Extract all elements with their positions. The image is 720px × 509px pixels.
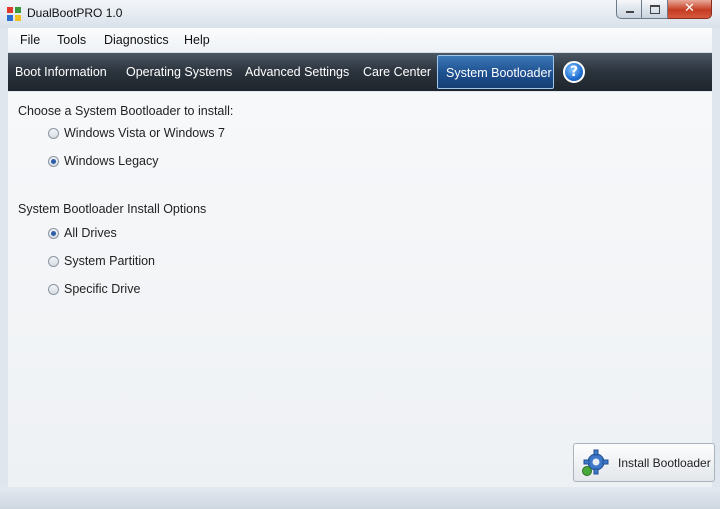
radio-button[interactable] — [48, 127, 59, 139]
gear-icon — [582, 449, 609, 476]
radio-option-system-partition[interactable]: System Partition — [48, 254, 155, 268]
tab-advanced-settings[interactable]: Advanced Settings — [245, 53, 349, 91]
radio-option-specific-drive[interactable]: Specific Drive — [48, 282, 140, 296]
minimize-button[interactable] — [616, 0, 642, 19]
radio-label: All Drives — [64, 226, 117, 240]
radio-option-windows-legacy[interactable]: Windows Legacy — [48, 154, 159, 168]
maximize-icon — [650, 5, 660, 14]
radio-button[interactable] — [48, 155, 59, 167]
radio-option-vista-win7[interactable]: Windows Vista or Windows 7 — [48, 126, 225, 140]
radio-option-all-drives[interactable]: All Drives — [48, 226, 117, 240]
menu-bar: File Tools Diagnostics Help — [8, 28, 712, 53]
window-bottom-edge — [0, 487, 720, 509]
title-bar: DualBootPRO 1.0 ✕ — [0, 0, 720, 28]
window-controls: ✕ — [616, 0, 712, 20]
radio-label: Windows Vista or Windows 7 — [64, 126, 225, 140]
radio-label: System Partition — [64, 254, 156, 268]
radio-button[interactable] — [48, 227, 59, 239]
maximize-button[interactable] — [642, 0, 668, 19]
install-options-heading: System Bootloader Install Options — [18, 202, 207, 216]
menu-tools[interactable]: Tools — [57, 33, 86, 47]
tab-boot-information[interactable]: Boot Information — [15, 53, 107, 91]
install-bootloader-label: Install Bootloader — [618, 456, 711, 470]
radio-label: Specific Drive — [64, 282, 141, 296]
radio-label: Windows Legacy — [64, 154, 159, 168]
tab-care-center[interactable]: Care Center — [363, 53, 431, 91]
menu-diagnostics[interactable]: Diagnostics — [104, 33, 169, 47]
install-bootloader-button[interactable]: Install Bootloader — [573, 443, 715, 482]
main-panel: Choose a System Bootloader to install: W… — [8, 92, 712, 487]
close-icon: ✕ — [684, 1, 695, 16]
menu-file[interactable]: File — [20, 33, 40, 47]
tab-bar: Boot Information Operating Systems Advan… — [8, 53, 712, 91]
menu-help[interactable]: Help — [184, 33, 210, 47]
tab-operating-systems[interactable]: Operating Systems — [126, 53, 232, 91]
window-title: DualBootPRO 1.0 — [27, 6, 123, 20]
tab-system-bootloader[interactable]: System Bootloader — [437, 55, 554, 89]
close-button[interactable]: ✕ — [668, 0, 712, 19]
bootloader-heading: Choose a System Bootloader to install: — [18, 104, 234, 118]
radio-button[interactable] — [48, 255, 59, 267]
radio-button[interactable] — [48, 283, 59, 295]
help-icon[interactable]: ? — [563, 61, 585, 83]
minimize-icon — [626, 11, 634, 13]
app-logo-icon — [7, 7, 21, 21]
